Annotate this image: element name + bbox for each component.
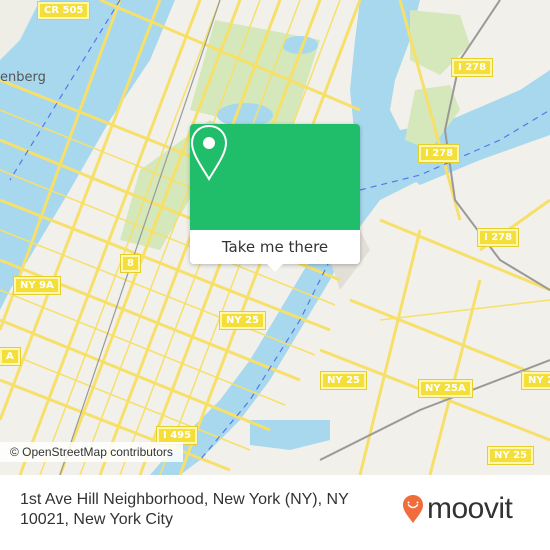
address-line-1: 1st Ave Hill Neighborhood, New York (NY)… xyxy=(20,491,349,508)
road-shield-i278: I 278 xyxy=(450,58,494,77)
place-label: enberg xyxy=(0,70,46,85)
take-me-there-button[interactable]: Take me there xyxy=(190,230,360,264)
road-shield-ny25a: NY 25A xyxy=(418,379,473,398)
moovit-logo[interactable]: moovit xyxy=(402,492,513,525)
road-shield-cr505: CR 505 xyxy=(36,1,91,20)
map-view[interactable]: enberg CR 505 I 278 I 278 I 278 8 NY 9A … xyxy=(0,0,550,475)
road-shield-ny2-partial: NY 2 xyxy=(520,371,550,390)
popup-arrow xyxy=(266,263,284,272)
map-pin-icon xyxy=(190,124,228,181)
location-popup: Take me there xyxy=(190,124,360,272)
moovit-pin-icon xyxy=(403,495,423,523)
road-shield-8: 8 xyxy=(120,254,141,273)
road-shield-partial: A xyxy=(0,347,21,366)
road-shield-ny25: NY 25 xyxy=(319,371,368,390)
road-shield-i278: I 278 xyxy=(476,228,520,247)
popup-header xyxy=(190,124,360,230)
road-shield-ny9a: NY 9A xyxy=(13,276,61,295)
map-attribution[interactable]: © OpenStreetMap contributors xyxy=(0,442,183,462)
address-text: 1st Ave Hill Neighborhood, New York (NY)… xyxy=(20,490,380,530)
road-shield-ny25: NY 25 xyxy=(218,311,267,330)
address-line-2: 10021, New York City xyxy=(20,511,173,528)
brand-name: moovit xyxy=(427,492,513,525)
road-shield-i278: I 278 xyxy=(417,144,461,163)
road-shield-ny25: NY 25 xyxy=(486,446,535,465)
